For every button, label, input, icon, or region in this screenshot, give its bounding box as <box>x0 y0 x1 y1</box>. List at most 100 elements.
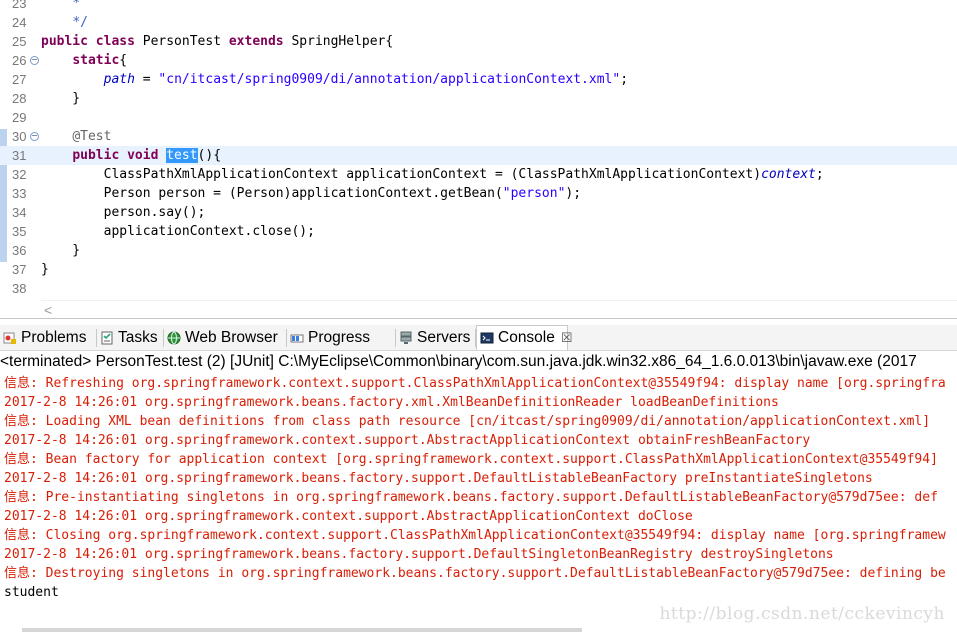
code-line[interactable]: 32 ClassPathXmlApplicationContext applic… <box>0 165 957 184</box>
console-icon <box>480 331 494 345</box>
code-text: ClassPathXmlApplicationContext applicati… <box>41 165 824 184</box>
console-horizontal-scrollbar[interactable] <box>22 628 582 632</box>
code-token: PersonTest <box>134 34 229 49</box>
code-token: } <box>41 262 49 277</box>
code-line[interactable]: 27 path = "cn/itcast/spring0909/di/annot… <box>0 70 957 89</box>
code-line[interactable]: 23 * <box>0 0 957 13</box>
code-token: applicationContext.close(); <box>41 224 315 239</box>
line-number: 29 <box>12 110 27 125</box>
close-tab-icon[interactable]: ☒ <box>561 330 573 346</box>
tab-label: Web Browser <box>185 328 278 346</box>
code-token: "cn/itcast/spring0909/di/annotation/appl… <box>158 72 621 87</box>
line-number: 36 <box>12 243 27 258</box>
watermark: http://blog.csdn.net/cckevincyh <box>659 604 945 624</box>
code-line[interactable]: 29 <box>0 108 957 127</box>
console-line: 2017-2-8 14:26:01 org.springframework.be… <box>4 395 779 410</box>
console-line: 信息: Closing org.springframework.context.… <box>4 528 946 543</box>
tasks-icon <box>100 331 114 345</box>
code-token: @Test <box>72 129 112 144</box>
code-token: ); <box>565 186 582 201</box>
tab-label: Console <box>498 329 555 346</box>
tab-web-browser[interactable]: Web Browser <box>164 325 285 350</box>
progress-icon <box>290 331 304 345</box>
tab-servers[interactable]: Servers <box>396 325 474 350</box>
code-line[interactable]: 37} <box>0 260 957 279</box>
code-line[interactable]: 33 Person person = (Person)applicationCo… <box>0 184 957 203</box>
tab-progress[interactable]: Progress <box>287 325 394 350</box>
line-number: 23 <box>12 0 27 11</box>
fold-collapse-icon[interactable]: − <box>30 56 39 65</box>
panel-tab-bar: Problems Tasks Web Browser Progress Servers C… <box>0 325 957 351</box>
code-token: public void <box>72 148 159 163</box>
console-panel: Problems Tasks Web Browser Progress Servers C… <box>0 318 957 632</box>
servers-icon <box>399 331 413 345</box>
code-token: ; <box>620 72 629 87</box>
tab-console[interactable]: Console ☒ <box>476 325 573 350</box>
code-line[interactable]: 24 */ <box>0 13 957 32</box>
code-text: public class PersonTest extends SpringHe… <box>41 32 393 51</box>
code-text: * <box>41 0 80 13</box>
console-line: student <box>4 585 59 600</box>
code-token: { <box>119 53 128 68</box>
tab-problems[interactable]: Problems <box>0 325 95 350</box>
line-number: 28 <box>12 91 27 106</box>
editor-horizontal-scrollbar[interactable]: < <box>41 300 957 319</box>
code-text: */ <box>41 13 88 32</box>
code-token: } <box>41 243 81 258</box>
code-line[interactable]: 30− @Test <box>0 127 957 146</box>
console-line: 信息: Loading XML bean definitions from cl… <box>4 414 931 429</box>
code-token: path <box>103 72 135 87</box>
line-number: 27 <box>12 72 27 87</box>
code-line[interactable]: 28 } <box>0 89 957 108</box>
code-token: SpringHelper{ <box>283 34 394 49</box>
code-token: ClassPathXmlApplicationContext applicati… <box>41 167 762 182</box>
console-line: 信息: Bean factory for application context… <box>4 452 938 467</box>
code-token: ; <box>815 167 824 182</box>
scroll-left-arrow-icon[interactable]: < <box>44 301 52 319</box>
console-line: 2017-2-8 14:26:01 org.springframework.co… <box>4 509 693 524</box>
console-output[interactable]: 信息: Refreshing org.springframework.conte… <box>0 374 957 632</box>
console-line: 信息: Pre-instantiating singletons in org.… <box>4 490 938 505</box>
line-number: 34 <box>12 205 27 220</box>
line-number: 35 <box>12 224 27 239</box>
code-text: static{ <box>41 51 127 70</box>
code-line[interactable]: 38 <box>0 279 957 298</box>
code-token: static <box>72 53 120 68</box>
tab-label: Servers <box>417 328 471 346</box>
code-line[interactable]: 35 applicationContext.close(); <box>0 222 957 241</box>
code-line[interactable]: 31 public void test(){ <box>0 146 957 165</box>
code-editor[interactable]: 23 * 24 */ 25 public class PersonTest exten… <box>0 0 957 300</box>
console-line: 2017-2-8 14:26:01 org.springframework.co… <box>4 433 811 448</box>
tab-label: Progress <box>308 328 371 346</box>
code-text: applicationContext.close(); <box>41 222 315 241</box>
code-token: "person" <box>502 186 566 201</box>
tab-tasks[interactable]: Tasks <box>97 325 162 350</box>
code-text: path = "cn/itcast/spring0909/di/annotati… <box>41 70 628 89</box>
tab-label: Problems <box>21 328 87 346</box>
code-text: person.say(); <box>41 203 206 222</box>
line-number: 25 <box>12 34 27 49</box>
code-token: = <box>134 72 159 87</box>
code-text: } <box>41 89 80 108</box>
console-line: 2017-2-8 14:26:01 org.springframework.be… <box>4 471 873 486</box>
code-line[interactable]: 25 public class PersonTest extends Spring… <box>0 32 957 51</box>
console-line: 2017-2-8 14:26:01 org.springframework.be… <box>4 547 834 562</box>
code-token: context <box>761 167 816 182</box>
tab-label: Tasks <box>118 328 158 346</box>
code-line[interactable]: 36 } <box>0 241 957 260</box>
globe-icon <box>167 331 181 345</box>
console-line: 信息: Refreshing org.springframework.conte… <box>4 376 946 391</box>
line-number: 31 <box>12 148 27 163</box>
code-line[interactable]: 26− static{ <box>0 51 957 70</box>
line-number: 33 <box>12 186 27 201</box>
code-text: @Test <box>41 127 111 146</box>
line-number: 38 <box>12 281 27 296</box>
code-text: } <box>41 241 80 260</box>
code-token: Person person = (Person)applicationConte… <box>41 186 503 201</box>
fold-collapse-icon[interactable]: − <box>30 132 39 141</box>
code-token: (){ <box>197 148 222 163</box>
code-line[interactable]: 34 person.say(); <box>0 203 957 222</box>
